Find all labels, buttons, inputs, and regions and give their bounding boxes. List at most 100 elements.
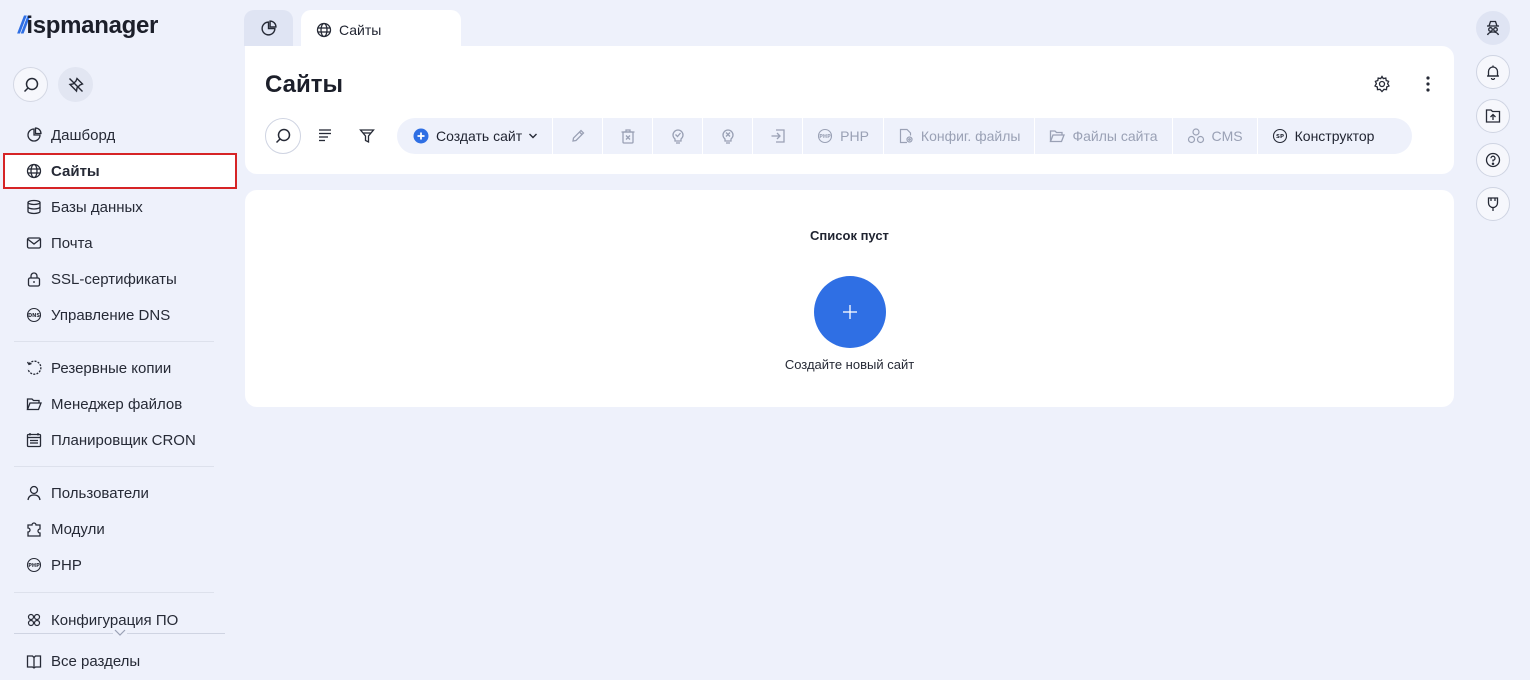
sidebar-item-modules[interactable]: Модули: [0, 511, 240, 547]
sidebar-item-label: Менеджер файлов: [51, 395, 183, 413]
mail-icon: [26, 235, 42, 251]
upload-button[interactable]: [1476, 99, 1510, 133]
empty-state-hint: Создайте новый сайт: [784, 357, 915, 372]
add-site-button[interactable]: [814, 276, 886, 348]
sidebar-divider: [14, 466, 214, 467]
sidebar-item-files[interactable]: Менеджер файлов: [0, 386, 240, 422]
config-files-label: Конфиг. файлы: [920, 128, 1021, 144]
tab-label: Сайты: [339, 22, 382, 38]
tab-dashboard[interactable]: [244, 10, 293, 46]
folder-icon: [26, 396, 42, 412]
sidebar-item-dashboard[interactable]: Дашборд: [0, 117, 240, 153]
brand-logo[interactable]: // ispmanager: [18, 12, 158, 40]
php-icon: PHP: [817, 128, 833, 144]
backup-icon: [26, 360, 42, 376]
php-icon: PHP: [26, 557, 42, 573]
empty-state-title: Список пуст: [810, 228, 889, 243]
calendar-icon: [26, 432, 42, 448]
sidebar-item-cron[interactable]: Планировщик CRON: [0, 422, 240, 458]
sort-icon: [319, 129, 331, 142]
php-label: PHP: [840, 128, 869, 144]
action-toolbar: Создать сайт PHP PHP Конфиг. файлы Файлы…: [397, 118, 1412, 154]
constructor-label: Конструктор: [1294, 128, 1375, 144]
sidebar-item-all[interactable]: Все разделы: [0, 643, 240, 679]
svg-text:PHP: PHP: [819, 134, 831, 140]
page-title: Сайты: [265, 71, 343, 98]
plus-icon: [843, 305, 857, 319]
create-site-button[interactable]: Создать сайт: [397, 118, 552, 154]
site-files-label: Файлы сайта: [1072, 128, 1158, 144]
sidebar-divider: [14, 341, 214, 342]
plugins-button[interactable]: [1476, 187, 1510, 221]
create-site-label: Создать сайт: [436, 128, 523, 144]
folder-icon: [1049, 128, 1066, 144]
sidebar-item-label: Все разделы: [51, 652, 141, 670]
php-button[interactable]: PHP PHP: [803, 118, 883, 154]
sidebar-nav: Дашборд Сайты Базы данных Почта SSL-серт…: [0, 117, 240, 638]
user-spy-icon: [1486, 20, 1500, 36]
delete-button[interactable]: [603, 118, 652, 154]
sidebar-item-databases[interactable]: Базы данных: [0, 189, 240, 225]
sidebar-item-label: Сайты: [51, 162, 100, 180]
puzzle-icon: [26, 521, 42, 537]
file-settings-icon: [898, 128, 914, 144]
sidebar-item-php[interactable]: PHP PHP: [0, 547, 240, 583]
sidebar-tools: [13, 67, 93, 102]
sidebar-item-label: Дашборд: [51, 126, 116, 144]
svg-text:PHP: PHP: [28, 563, 40, 569]
help-button[interactable]: [1476, 143, 1510, 177]
filter-icon: [359, 129, 375, 144]
filter-button[interactable]: [349, 118, 385, 154]
user-menu-button[interactable]: [1476, 11, 1510, 45]
dns-icon: DNS: [26, 307, 42, 323]
edit-icon: [571, 129, 585, 142]
cms-label: CMS: [1211, 128, 1243, 144]
chevron-down-icon: [528, 131, 538, 141]
sidebar-item-ssl[interactable]: SSL-сертификаты: [0, 261, 240, 297]
sidebar-search-button[interactable]: [13, 67, 48, 102]
sidebar-item-dns[interactable]: DNS Управление DNS: [0, 297, 240, 333]
enable-button[interactable]: [653, 118, 702, 154]
edit-button[interactable]: [553, 118, 602, 154]
help-icon: [1485, 152, 1501, 168]
globe-icon: [26, 163, 42, 179]
list-search-button[interactable]: [265, 118, 301, 154]
sidebar-item-mail[interactable]: Почта: [0, 225, 240, 261]
gear-cluster-icon: [26, 612, 42, 628]
sort-button[interactable]: [307, 118, 343, 154]
more-vertical-icon: [1426, 76, 1430, 92]
more-button[interactable]: [1419, 75, 1437, 93]
config-files-button[interactable]: Конфиг. файлы: [884, 118, 1035, 154]
brand-name: ispmanager: [26, 12, 159, 39]
search-icon: [275, 128, 291, 144]
sidebar-item-label: Почта: [51, 234, 93, 252]
tab-sites[interactable]: Сайты: [301, 10, 461, 50]
sidebar-item-label: Планировщик CRON: [51, 431, 196, 449]
sidebar-divider: [14, 592, 214, 593]
enable-icon: [672, 129, 684, 144]
login-button[interactable]: [753, 118, 802, 154]
sidebar-item-label: Конфигурация ПО: [51, 611, 179, 629]
chevron-down-icon[interactable]: [113, 628, 127, 638]
settings-button[interactable]: [1373, 75, 1391, 93]
list-tools: [265, 118, 385, 154]
sidebar-item-label: SSL-сертификаты: [51, 270, 177, 288]
sidebar-item-sites[interactable]: Сайты: [3, 153, 237, 189]
cms-button[interactable]: CMS: [1173, 118, 1257, 154]
sidebar-item-label: Резервные копии: [51, 359, 172, 377]
svg-text:DNS: DNS: [28, 313, 40, 319]
user-icon: [26, 485, 42, 501]
upload-folder-icon: [1485, 109, 1501, 123]
sidebar-item-label: Пользователи: [51, 484, 149, 502]
page-header: Сайты Создать сайт PHP PHP Конфиг. файлы…: [245, 46, 1454, 174]
sidebar-item-backups[interactable]: Резервные копии: [0, 350, 240, 386]
sidebar-item-label: Управление DNS: [51, 306, 171, 324]
disable-button[interactable]: [703, 118, 752, 154]
site-files-button[interactable]: Файлы сайта: [1035, 118, 1171, 154]
sidebar-item-users[interactable]: Пользователи: [0, 475, 240, 511]
book-icon: [26, 653, 42, 669]
notifications-button[interactable]: [1476, 55, 1510, 89]
sidebar-pin-button[interactable]: [58, 67, 93, 102]
constructor-button[interactable]: SP Конструктор: [1258, 118, 1389, 154]
sitepro-icon: SP: [1272, 128, 1288, 144]
